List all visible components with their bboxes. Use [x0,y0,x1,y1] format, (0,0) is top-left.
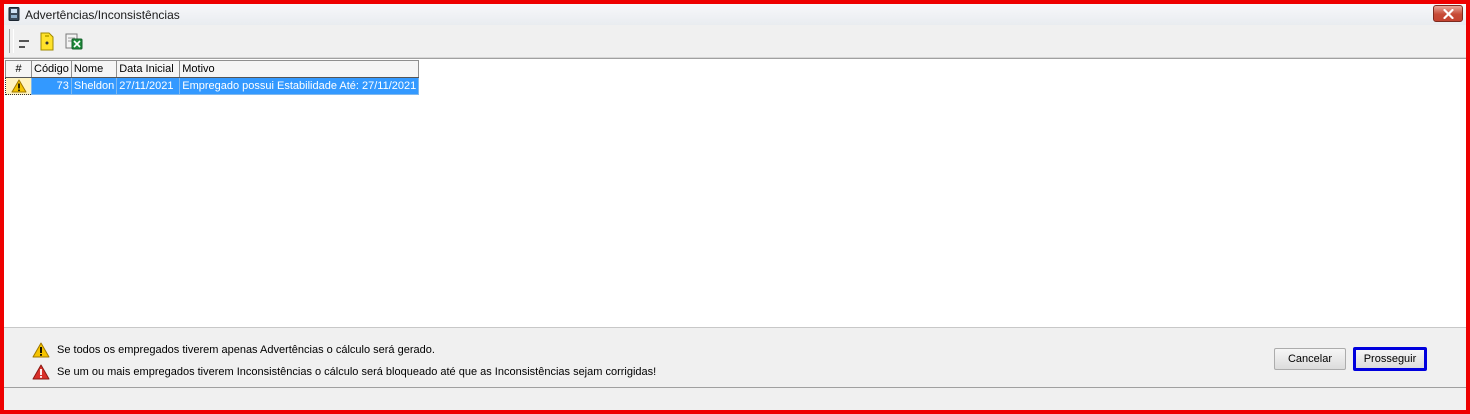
minus-icon [19,40,29,48]
legend-error-text: Se um ou mais empregados tiverem Inconsi… [57,366,657,378]
warning-icon [32,342,50,358]
row-status-cell[interactable] [5,77,32,95]
column-header-data-inicial[interactable]: Data Inicial [116,60,181,78]
cancel-button[interactable]: Cancelar [1274,348,1346,370]
title-bar[interactable]: Advertências/Inconsistências [4,4,1466,26]
column-header-status[interactable]: # [5,60,32,78]
close-button[interactable] [1433,5,1463,22]
legend-warning: Se todos os empregados tiverem apenas Ad… [32,342,435,358]
toolbar-button-minus[interactable] [14,30,34,52]
row-nome[interactable]: Sheldon [70,77,118,95]
column-header-motivo[interactable]: Motivo [179,60,420,78]
table-row[interactable]: 73 Sheldon 27/11/2021 Empregado possui E… [5,77,420,95]
warning-icon [11,79,26,93]
dialog-window: Advertências/Inconsistências # Código No… [0,0,1470,414]
row-data-inicial[interactable]: 27/11/2021 [116,77,181,95]
legend-panel: Se todos os empregados tiverem apenas Ad… [4,327,1466,388]
legend-error: Se um ou mais empregados tiverem Inconsi… [32,364,656,380]
app-icon [8,7,20,21]
toolbar-button-tag[interactable] [37,30,57,52]
grid-header-row: # Código Nome Data Inicial Motivo [5,60,420,78]
toolbar [4,25,1466,58]
row-codigo[interactable]: 73 [31,77,72,95]
column-header-codigo[interactable]: Código [31,60,72,78]
close-icon [1442,8,1454,19]
window-title: Advertências/Inconsistências [25,8,180,22]
yellow-tag-icon [40,32,54,51]
status-bar [4,387,1466,410]
error-icon [32,364,50,380]
toolbar-button-export-excel[interactable] [64,30,84,52]
row-motivo[interactable]: Empregado possui Estabilidade Até: 27/11… [179,77,420,95]
proceed-button[interactable]: Prosseguir [1353,347,1427,371]
results-panel: # Código Nome Data Inicial Motivo 73 She… [4,58,1466,327]
results-grid: # Código Nome Data Inicial Motivo 73 She… [5,60,420,95]
legend-warning-text: Se todos os empregados tiverem apenas Ad… [57,344,435,356]
column-header-nome[interactable]: Nome [70,60,118,78]
excel-export-icon [65,33,83,50]
